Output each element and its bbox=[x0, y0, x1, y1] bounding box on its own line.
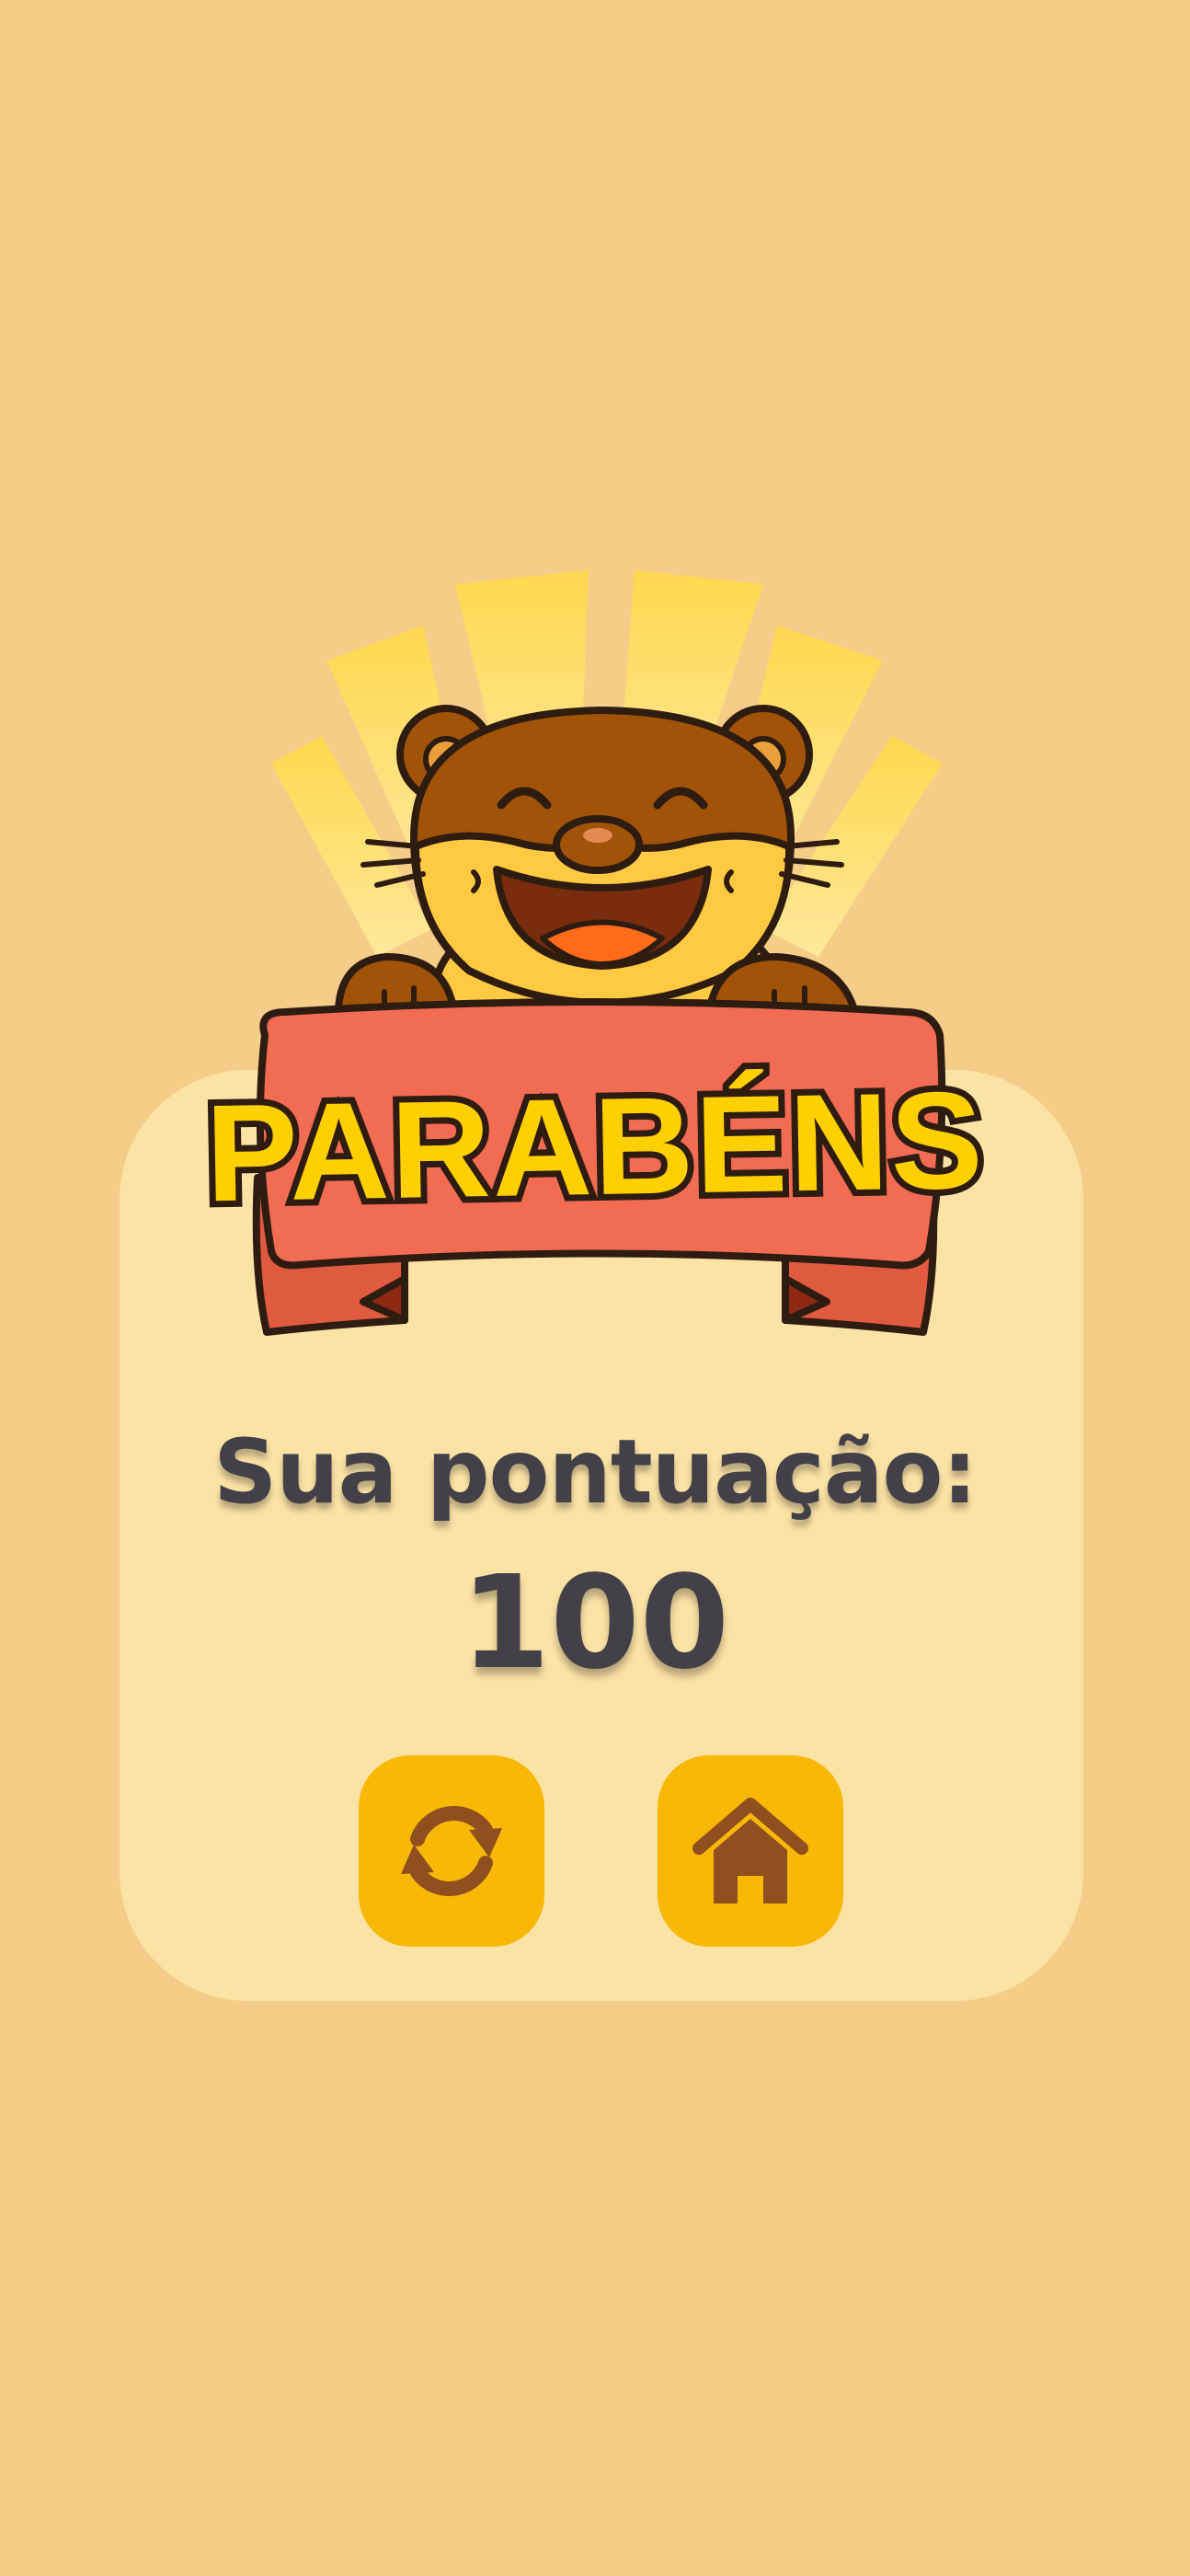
celebration-mascot: PARABÉNS bbox=[198, 570, 992, 1336]
congrats-title: PARABÉNS bbox=[204, 1063, 985, 1231]
bear-mascot bbox=[334, 705, 861, 1025]
home-icon bbox=[692, 1798, 808, 1903]
home-button[interactable] bbox=[658, 1755, 843, 1947]
score-value: 100 bbox=[460, 1548, 730, 1698]
restart-button[interactable] bbox=[359, 1755, 544, 1947]
restart-arrows-icon bbox=[401, 1806, 502, 1896]
score-label: Sua pontuação: bbox=[213, 1420, 978, 1524]
